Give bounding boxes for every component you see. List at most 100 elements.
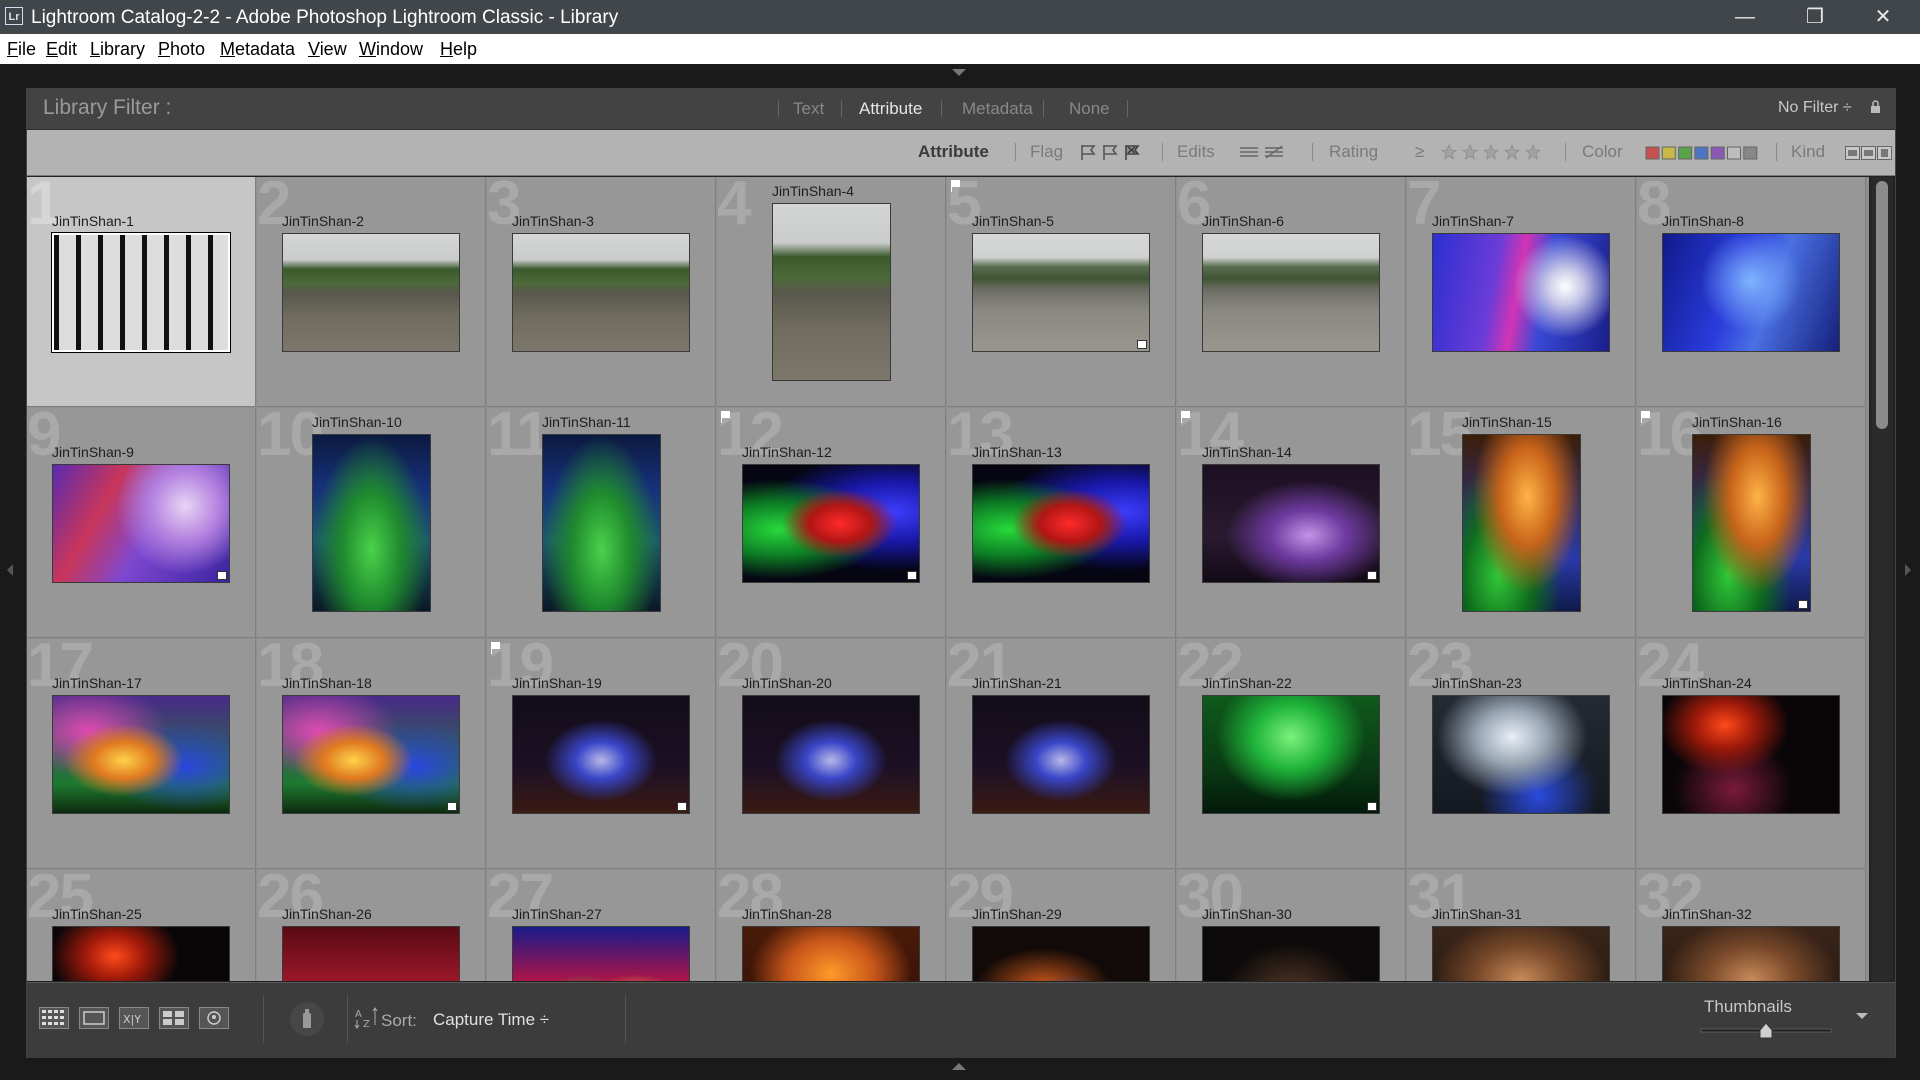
thumbnail-image[interactable] xyxy=(1202,695,1380,814)
thumbnail-cell[interactable]: 3 JinTinShan-3 xyxy=(487,177,716,407)
thumbnail-cell[interactable]: 6 JinTinShan-6 xyxy=(1177,177,1406,407)
right-panel-toggle-icon[interactable] xyxy=(1905,564,1911,576)
pick-flag-icon[interactable] xyxy=(721,411,730,423)
thumbnail-cell[interactable]: 5 JinTinShan-5 xyxy=(947,177,1176,407)
painter-spray-can-icon[interactable] xyxy=(289,999,325,1039)
thumbnail-image[interactable] xyxy=(51,232,231,353)
thumbnail-image[interactable] xyxy=(1432,233,1610,352)
color-swatch[interactable] xyxy=(1710,146,1725,160)
develop-adjustments-badge-icon[interactable] xyxy=(1367,571,1377,580)
thumbnail-image[interactable] xyxy=(52,695,230,814)
menu-metadata[interactable]: Metadata xyxy=(220,39,295,60)
flag-filter-icons[interactable] xyxy=(1080,144,1146,161)
thumbnail-image[interactable] xyxy=(972,695,1150,814)
menu-help[interactable]: Help xyxy=(440,39,477,60)
edits-filter-icons[interactable] xyxy=(1239,145,1285,160)
thumbnail-image[interactable] xyxy=(1202,464,1380,583)
close-button[interactable]: ✕ xyxy=(1848,0,1918,34)
thumbnail-image[interactable] xyxy=(972,464,1150,583)
thumbnail-cell[interactable]: 10 JinTinShan-10 xyxy=(257,408,486,638)
sort-dropdown[interactable]: Capture Time ÷ xyxy=(433,1010,549,1030)
thumbnail-cell[interactable]: 13 JinTinShan-13 xyxy=(947,408,1176,638)
menu-library[interactable]: Library xyxy=(90,39,145,60)
develop-adjustments-badge-icon[interactable] xyxy=(447,802,457,811)
develop-adjustments-badge-icon[interactable] xyxy=(217,571,227,580)
lock-icon[interactable] xyxy=(1870,100,1881,113)
thumbnail-cell[interactable]: 14 JinTinShan-14 xyxy=(1177,408,1406,638)
thumbnail-image[interactable] xyxy=(312,434,431,612)
thumbnail-image[interactable] xyxy=(1432,695,1610,814)
filter-tab-text[interactable]: Text xyxy=(793,99,824,119)
filter-tab-none[interactable]: None xyxy=(1069,99,1110,119)
thumbnail-image[interactable] xyxy=(282,695,460,814)
thumbnail-image[interactable] xyxy=(1202,233,1380,352)
color-swatch[interactable] xyxy=(1727,146,1741,160)
color-swatch[interactable] xyxy=(1743,146,1758,160)
thumbnail-cell[interactable]: 28 JinTinShan-28 xyxy=(717,870,946,981)
thumbnail-image[interactable] xyxy=(742,926,920,981)
thumbnail-image[interactable] xyxy=(742,464,920,583)
top-panel-toggle-icon[interactable] xyxy=(952,69,966,76)
filter-preset-dropdown[interactable]: No Filter ÷ xyxy=(1778,99,1852,117)
pick-flag-icon[interactable] xyxy=(1181,411,1190,423)
kind-filter-icons[interactable] xyxy=(1845,146,1893,160)
left-panel-toggle-icon[interactable] xyxy=(7,564,13,576)
filter-tab-attribute[interactable]: Attribute xyxy=(859,99,922,119)
menu-file[interactable]: File xyxy=(7,39,36,60)
thumbnail-cell[interactable]: 9 JinTinShan-9 xyxy=(27,408,256,638)
color-swatch[interactable] xyxy=(1661,146,1676,160)
thumbnail-cell[interactable]: 2 JinTinShan-2 xyxy=(257,177,486,407)
rating-operator-dropdown[interactable]: ≥ xyxy=(1415,142,1424,162)
thumbnail-image[interactable] xyxy=(542,434,661,612)
toolbar-content-dropdown-icon[interactable] xyxy=(1856,1013,1868,1019)
thumbnail-cell[interactable]: 23 JinTinShan-23 xyxy=(1407,639,1636,869)
thumbnail-image[interactable] xyxy=(282,233,460,352)
rating-stars[interactable] xyxy=(1441,144,1547,161)
thumbnail-cell[interactable]: 25 JinTinShan-25 xyxy=(27,870,256,981)
thumbnail-image[interactable] xyxy=(972,233,1150,352)
develop-adjustments-badge-icon[interactable] xyxy=(1798,600,1808,609)
thumbnail-image[interactable] xyxy=(1432,926,1610,981)
color-swatch[interactable] xyxy=(1694,146,1709,160)
thumbnail-image[interactable] xyxy=(512,695,690,814)
scrollbar-thumb[interactable] xyxy=(1876,181,1888,429)
thumbnail-image[interactable] xyxy=(282,926,460,981)
thumbnail-cell[interactable]: 18 JinTinShan-18 xyxy=(257,639,486,869)
menu-window[interactable]: Window xyxy=(359,39,423,60)
thumbnail-size-slider[interactable] xyxy=(1699,1023,1835,1039)
develop-adjustments-badge-icon[interactable] xyxy=(677,802,687,811)
thumbnail-image[interactable] xyxy=(972,926,1150,981)
thumbnail-cell[interactable]: 11 JinTinShan-11 xyxy=(487,408,716,638)
thumbnail-cell[interactable]: 20 JinTinShan-20 xyxy=(717,639,946,869)
thumbnail-image[interactable] xyxy=(1692,434,1811,612)
restore-button[interactable]: ❐ xyxy=(1780,0,1850,34)
filter-tab-metadata[interactable]: Metadata xyxy=(962,99,1033,119)
compare-view-icon[interactable]: X|Y xyxy=(119,1007,149,1029)
thumbnail-image[interactable] xyxy=(1662,233,1840,352)
minimize-button[interactable]: — xyxy=(1710,0,1780,34)
thumbnail-image[interactable] xyxy=(1462,434,1581,612)
people-view-icon[interactable] xyxy=(199,1007,229,1029)
menu-edit[interactable]: Edit xyxy=(46,39,77,60)
pick-flag-icon[interactable] xyxy=(491,642,500,654)
thumbnail-image[interactable] xyxy=(742,695,920,814)
thumbnail-cell[interactable]: 15 JinTinShan-15 xyxy=(1407,408,1636,638)
color-label-swatches[interactable] xyxy=(1645,146,1761,160)
thumbnail-image[interactable] xyxy=(772,203,891,381)
thumbnail-cell[interactable]: 17 JinTinShan-17 xyxy=(27,639,256,869)
color-swatch[interactable] xyxy=(1645,146,1660,160)
filmstrip-toggle-icon[interactable] xyxy=(952,1063,966,1070)
grid-scrollbar[interactable] xyxy=(1871,177,1893,981)
thumbnail-cell[interactable]: 29 JinTinShan-29 xyxy=(947,870,1176,981)
grid-view-icon[interactable] xyxy=(39,1007,69,1029)
thumbnail-image[interactable] xyxy=(52,464,230,583)
develop-adjustments-badge-icon[interactable] xyxy=(907,571,917,580)
thumbnail-cell[interactable]: 30 JinTinShan-30 xyxy=(1177,870,1406,981)
thumbnail-cell[interactable]: 32 JinTinShan-32 xyxy=(1637,870,1866,981)
thumbnail-image[interactable] xyxy=(1662,926,1840,981)
thumbnail-cell[interactable]: 21 JinTinShan-21 xyxy=(947,639,1176,869)
thumbnail-cell[interactable]: 1 JinTinShan-1 xyxy=(27,177,256,407)
thumbnail-cell[interactable]: 12 JinTinShan-12 xyxy=(717,408,946,638)
loupe-view-icon[interactable] xyxy=(79,1007,109,1029)
pick-flag-icon[interactable] xyxy=(951,180,960,192)
